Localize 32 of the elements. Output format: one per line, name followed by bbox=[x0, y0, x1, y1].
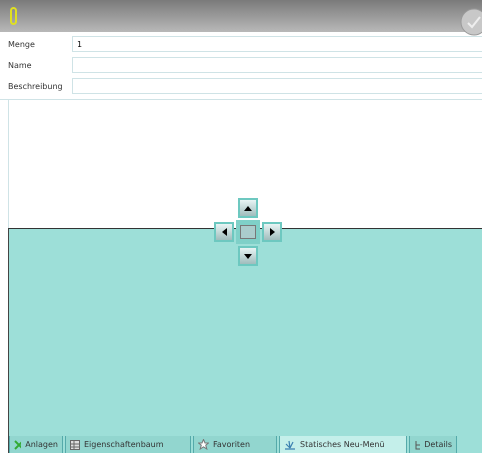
sparkle-icon bbox=[284, 440, 296, 450]
tab-label: Statisches Neu-Menü bbox=[300, 440, 385, 449]
text-field[interactable] bbox=[72, 57, 482, 73]
field-label: Menge bbox=[8, 40, 36, 48]
right-arrow-icon bbox=[270, 228, 274, 236]
table-icon bbox=[70, 440, 80, 450]
paperclip-icon bbox=[10, 7, 17, 25]
cross-icon bbox=[14, 440, 22, 450]
tab[interactable]: Statisches Neu-Menü bbox=[279, 436, 407, 453]
tab-label: Favoriten bbox=[213, 440, 250, 449]
tab[interactable]: Anlagen bbox=[9, 436, 63, 453]
text-field[interactable] bbox=[72, 78, 482, 94]
tab-label: Anlagen bbox=[25, 440, 58, 449]
star-icon bbox=[198, 439, 209, 450]
tab[interactable]: Details bbox=[409, 436, 457, 453]
checkmark-icon[interactable] bbox=[460, 8, 482, 36]
dock-right-button[interactable] bbox=[262, 222, 282, 242]
dock-top-button[interactable] bbox=[238, 198, 258, 218]
left-arrow-icon bbox=[222, 228, 226, 236]
window-icon bbox=[240, 225, 256, 239]
tab[interactable]: Favoriten bbox=[193, 436, 277, 453]
tab[interactable]: Eigenschaftenbaum bbox=[65, 436, 191, 453]
field-label: Name bbox=[8, 60, 33, 70]
dock-left-button[interactable] bbox=[214, 222, 234, 242]
field-label: Beschreibung bbox=[8, 82, 64, 90]
down-arrow-icon bbox=[244, 254, 252, 258]
text-field[interactable]: 1 bbox=[72, 36, 482, 52]
tab-label: Details bbox=[424, 440, 452, 449]
tree-icon bbox=[414, 440, 420, 450]
up-arrow-icon bbox=[244, 206, 252, 210]
tab-label: Eigenschaftenbaum bbox=[84, 440, 164, 449]
dock-bottom-button[interactable] bbox=[238, 246, 258, 266]
